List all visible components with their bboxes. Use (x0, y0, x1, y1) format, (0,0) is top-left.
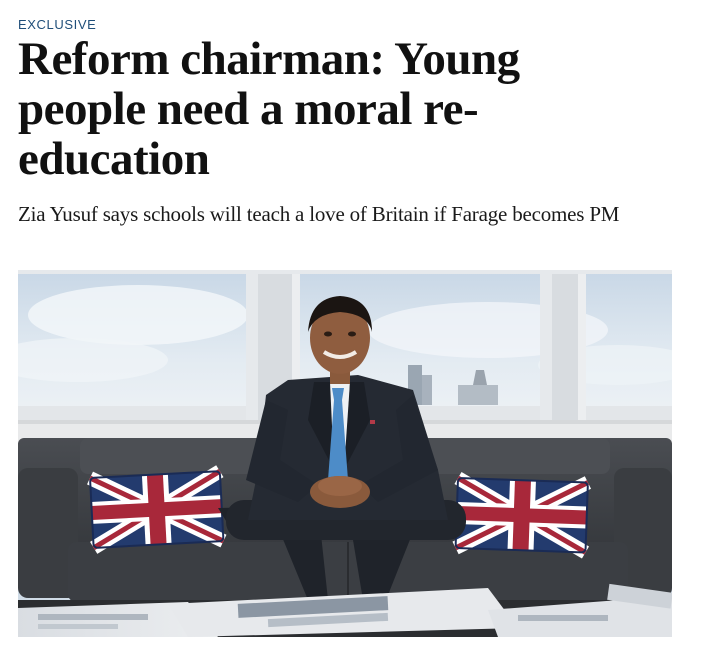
article-standfirst: Zia Yusuf says schools will teach a love… (18, 202, 620, 226)
kicker-label: EXCLUSIVE (18, 17, 97, 32)
union-jack-cushion-left (90, 471, 223, 548)
article-photo (18, 270, 672, 637)
union-jack-cushion-right (456, 478, 588, 552)
article-headline: Reform chairman: Young people need a mor… (18, 33, 520, 185)
